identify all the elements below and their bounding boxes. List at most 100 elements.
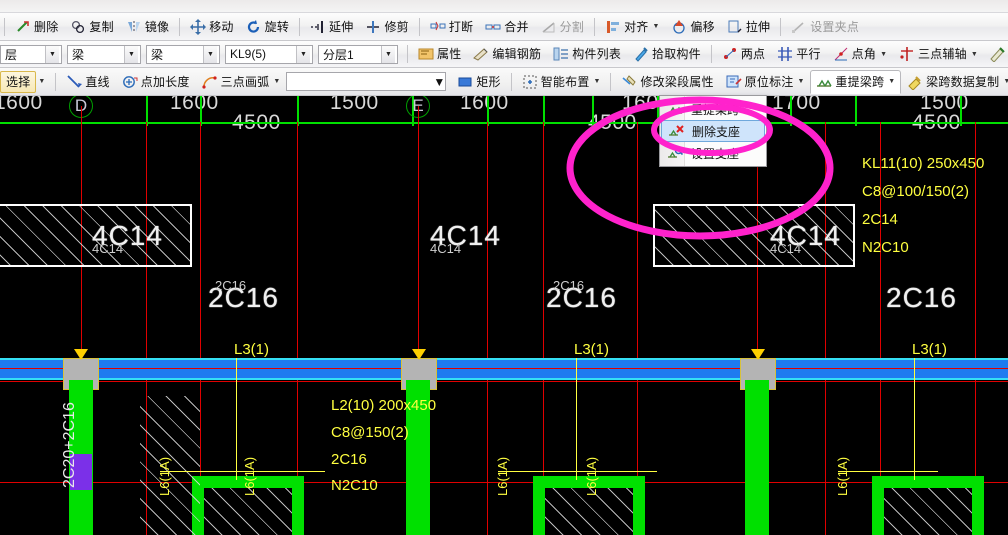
column-center-line [297,122,298,535]
beam-strip[interactable] [0,358,1008,380]
chevron-down-icon[interactable]: ▼ [296,45,310,63]
toolbar-item-mirror-icon[interactable]: 镜像 [120,16,175,38]
toolbar-item-line-icon[interactable]: 直线 [60,71,115,93]
top-rebar-label-shadow: 4C14 [92,241,124,256]
chevron-down-icon[interactable]: ▼ [273,78,280,85]
toolbar-edit: 删除 复制 镜像 移动 旋转 延伸 修剪 打断 合并 分割 对齐 ▼ 偏移 拉伸 设置夹点 [0,13,1008,41]
beam-center-line [0,368,1008,369]
chevron-down-icon[interactable]: ▼ [124,45,138,63]
menu-item-re-extract-span-icon[interactable]: 重提梁跨 [661,98,765,120]
align-icon [605,19,621,35]
separator [780,17,782,36]
grid-tick [790,96,792,126]
toolbar-item-modify-beam-icon[interactable]: 修改梁段属性 [615,71,719,93]
toolbar-item-copy-icon[interactable]: 复制 [64,16,119,38]
separator [179,17,181,36]
toolbar-item-component-list-icon[interactable]: 构件列表 [547,43,627,65]
toolbar-item-offset-icon[interactable]: 偏移 [665,16,720,38]
secondary-beam-label: L6(1A) [835,456,850,496]
column-rebar-label: 2C20+2C16 [61,402,78,488]
chevron-down-icon[interactable]: ▼ [594,78,601,85]
re-extract-span-menu[interactable]: 重提梁跨 删除支座设置支座 [659,95,767,167]
toolbar-item-grip-icon[interactable]: 设置夹点 [785,16,865,38]
type-combo[interactable]: 梁 ▼ [146,44,220,64]
toolbar-item-in-place-annotation-icon[interactable]: 原位标注 ▼ [720,71,811,93]
toolbar-item-label: 分割 [559,19,585,34]
category-combo[interactable]: 梁 ▼ [67,44,141,64]
toolbar-item-align-icon[interactable]: 对齐 ▼ [599,16,665,38]
toolbar-item-delete-axis-icon[interactable]: 删除辅轴 [984,43,1008,65]
chevron-down-icon[interactable]: ▼ [38,78,45,85]
toolbar-item-label: 旋转 [264,19,290,34]
extend-icon [310,19,326,35]
toolbar-item-label: 重提梁跨 [835,74,885,89]
rotate-icon [246,19,262,35]
toolbar-item-re-extract-span-icon[interactable]: 重提梁跨 ▼ [810,69,902,94]
leader-line [914,358,915,480]
chevron-down-icon[interactable]: ▼ [203,45,217,63]
cad-drawing-canvas[interactable]: 1600 1600 1500 1600 1600 1700 1500 4500 … [0,96,1008,535]
delete-axis-icon [990,46,1006,62]
menu-item-set-support-icon[interactable]: 设置支座 [661,142,765,164]
layer-combo-value: 分层1 [323,47,354,62]
toolbar-item-trim-icon[interactable]: 修剪 [359,16,414,38]
separator [510,72,512,91]
toolbar-item-point-length-icon[interactable]: 点加长度 [116,71,196,93]
chevron-down-icon[interactable]: ▼ [45,45,59,63]
mirror-icon [126,19,142,35]
toolbar-item-split-icon[interactable]: 分割 [535,16,590,38]
toolbar-item-three-point-axis-icon[interactable]: 三点辅轴 ▼ [893,43,984,65]
point-angle-icon [833,46,849,62]
support-marker-icon [412,349,426,360]
layer-combo[interactable]: 分层1 ▼ [318,44,398,64]
separator [418,17,420,36]
toolbar-item-merge-icon[interactable]: 合并 [479,16,534,38]
separator [299,17,301,36]
select-tool-button[interactable]: 选择 [0,70,37,93]
toolbar-item-edit-rebar-icon[interactable]: 编辑钢筋 [467,43,547,65]
menu-item-label: 设置支座 [691,146,740,161]
chevron-down-icon[interactable]: ▼ [797,78,804,85]
column-center-line [200,122,201,535]
toolbar-item-properties-icon[interactable]: 属性 [412,43,467,65]
toolbar-item-smart-layout-icon[interactable]: 智能布置 ▼ [516,71,607,93]
toolbar-item-parallel-icon[interactable]: 平行 [771,43,826,65]
three-point-axis-icon [899,46,915,62]
chevron-down-icon[interactable]: ▼ [652,23,659,30]
chevron-down-icon[interactable]: ▼ [880,51,887,58]
chevron-down-icon[interactable]: ▼ [971,51,978,58]
chevron-down-icon[interactable]: ▼ [888,78,895,85]
toolbar-item-three-point-arc-icon[interactable]: 三点画弧 ▼ [196,71,287,93]
chevron-down-icon[interactable]: ▼ [1003,78,1008,85]
toolbar-item-stretch-icon[interactable]: 拉伸 [721,16,776,38]
toolbar-item-move-icon[interactable]: 移动 [184,16,239,38]
toolbar-item-pick-component-icon[interactable]: 拾取构件 [627,43,707,65]
toolbar-item-label: 三点画弧 [220,74,270,89]
column-element[interactable] [745,380,769,535]
leader-line [838,471,938,472]
toolbar-item-rotate-icon[interactable]: 旋转 [240,16,295,38]
component-combo[interactable]: KL9(5) ▼ [225,44,313,64]
toolbar-item-label: 修改梁段属性 [640,74,714,89]
secondary-beam-label: L6(1A) [157,456,172,496]
set-support-icon [667,145,683,161]
line-icon [66,74,83,90]
toolbar-item-break-icon[interactable]: 打断 [424,16,479,38]
menu-item-delete-support-icon[interactable]: 删除支座 [661,120,765,142]
toolbar-item-rectangle-icon[interactable]: 矩形 [451,71,506,93]
toolbar-item-label: 智能布置 [540,74,590,89]
bottom-rebar-label: 2C16 [886,282,957,313]
toolbar-item-two-point-icon[interactable]: 两点 [716,43,771,65]
chevron-down-icon[interactable]: ▼ [381,45,395,63]
toolbar-item-extend-icon[interactable]: 延伸 [304,16,359,38]
level-combo[interactable]: 层 ▼ [0,44,62,64]
toolbar-item-point-angle-icon[interactable]: 点角 ▼ [827,43,893,65]
chevron-down-icon[interactable]: ▼ [433,75,445,89]
shape-combo[interactable]: ▼ [286,72,447,91]
toolbar-item-label: 拉伸 [745,19,771,34]
toolbar-item-label: 平行 [796,47,821,61]
dimension-label: 1600 [0,96,43,114]
span-data-copy-icon [907,74,923,90]
toolbar-item-span-data-copy-icon[interactable]: 梁跨数据复制▼ [901,71,1008,93]
toolbar-item-delete-icon[interactable]: 删除 [9,16,64,38]
